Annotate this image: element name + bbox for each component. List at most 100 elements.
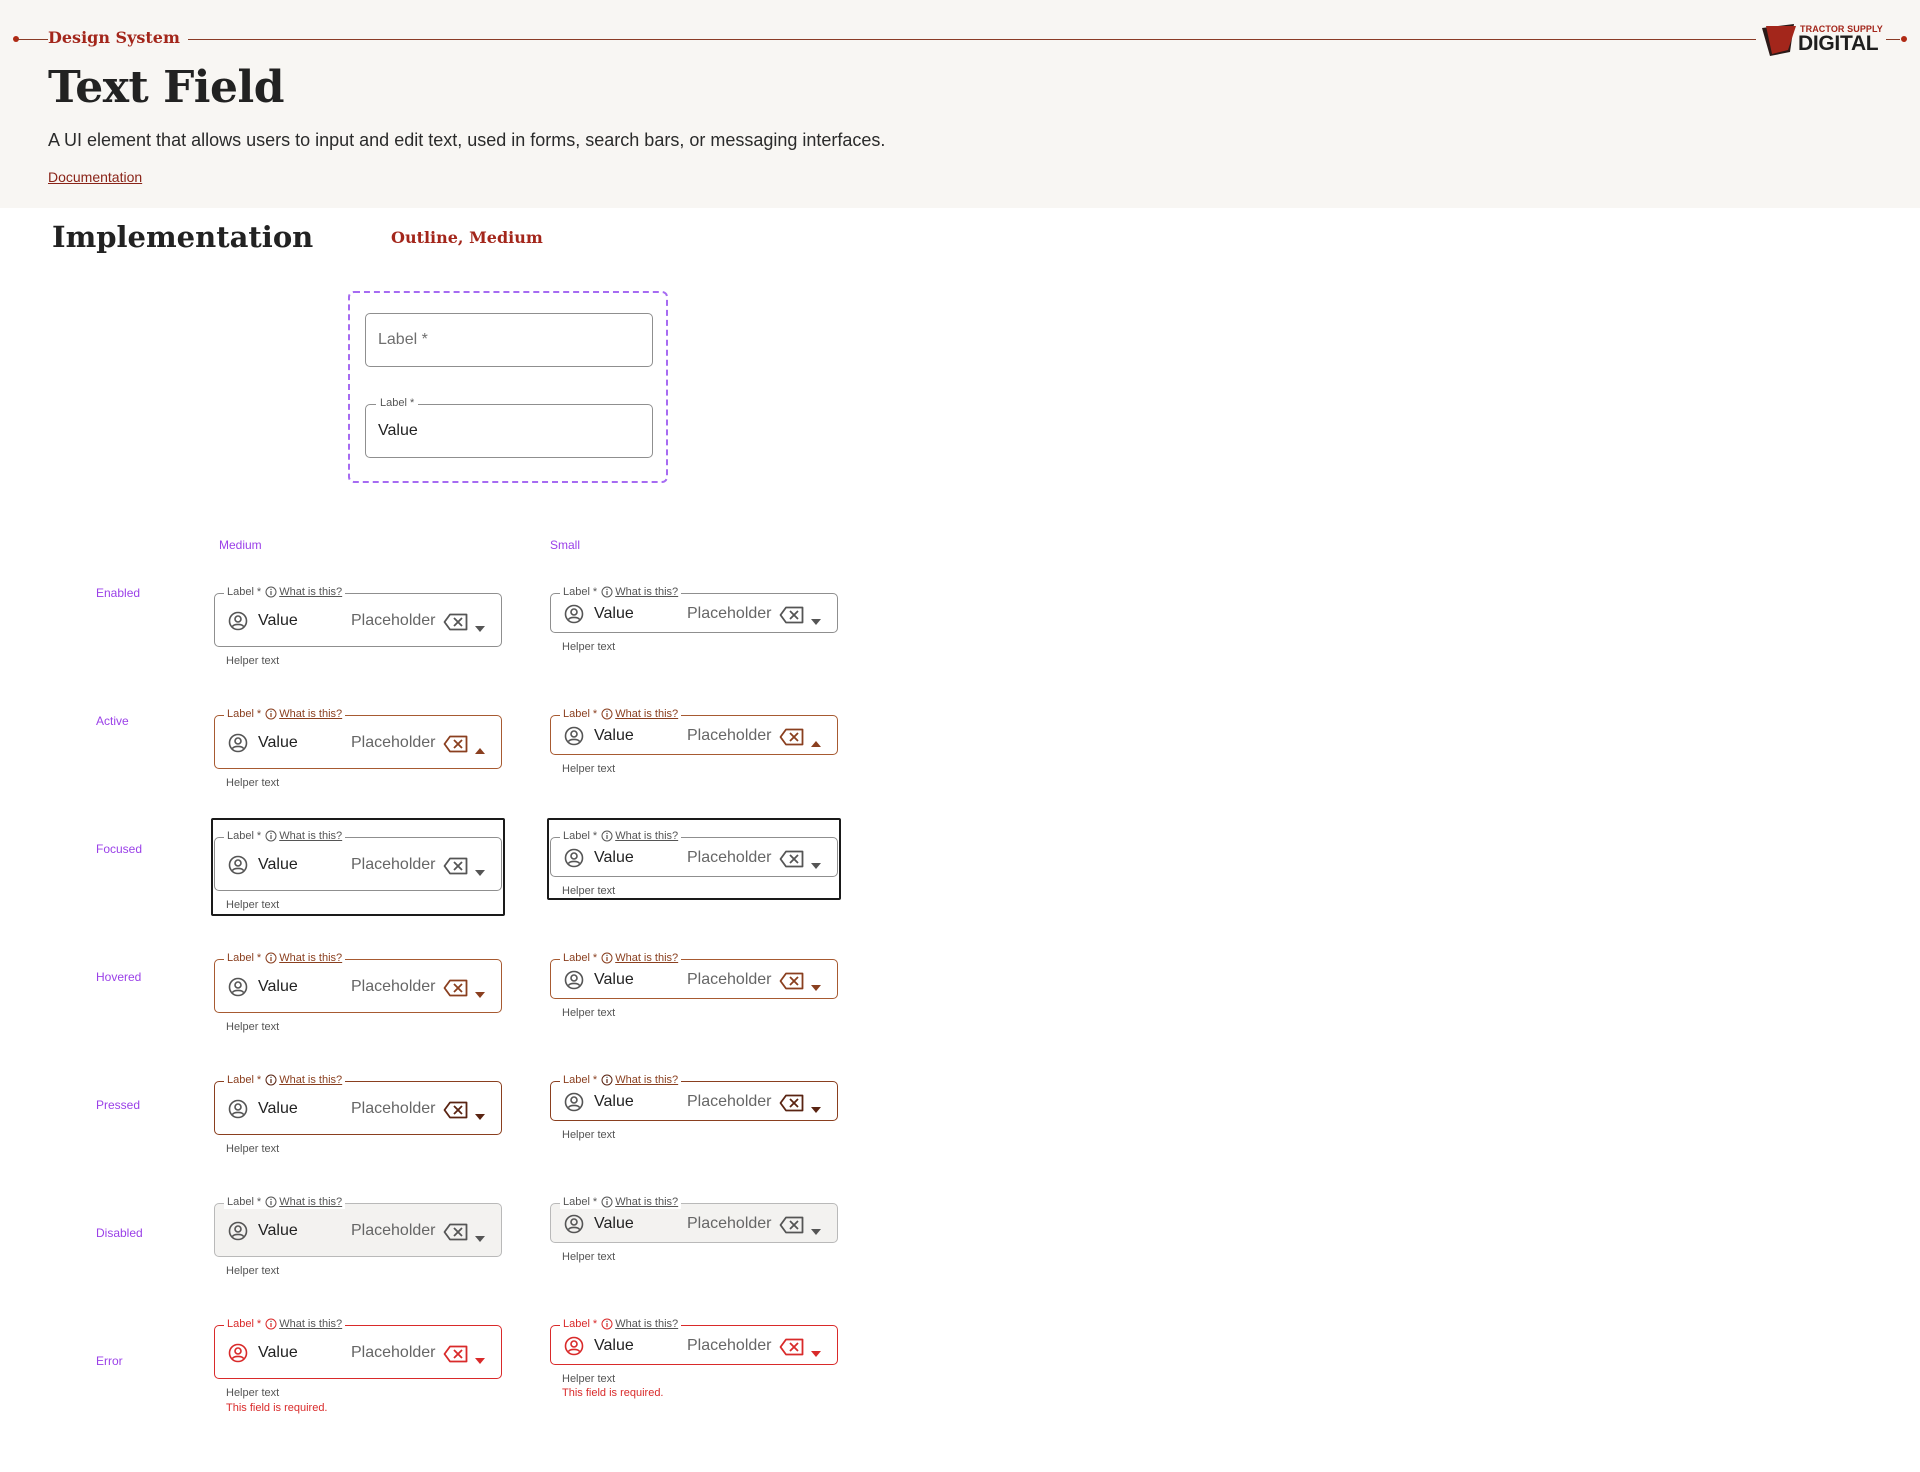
- field-placeholder: Placeholder: [687, 727, 772, 744]
- chevron-down-icon[interactable]: [475, 619, 485, 637]
- user-circle-icon: [564, 604, 584, 629]
- field-value[interactable]: Value: [594, 971, 634, 989]
- demo-field-filled[interactable]: Label * Value: [365, 397, 653, 458]
- clear-icon[interactable]: [443, 979, 469, 1002]
- field-value[interactable]: Value: [594, 1093, 634, 1111]
- clear-icon[interactable]: [779, 1338, 805, 1361]
- page-description: A UI element that allows users to input …: [48, 130, 886, 150]
- helper-text: Helper text: [562, 641, 616, 653]
- clear-icon[interactable]: [779, 972, 805, 995]
- chevron-down-icon: [811, 1222, 821, 1240]
- clear-icon[interactable]: [779, 606, 805, 629]
- info-icon[interactable]: [601, 1318, 613, 1330]
- helper-text: Helper text: [562, 1129, 616, 1141]
- field-outline[interactable]: Value Placeholder: [214, 837, 502, 891]
- chevron-down-icon[interactable]: [811, 856, 821, 874]
- floating-label: Label * What is this?: [560, 1073, 682, 1087]
- info-icon[interactable]: [265, 708, 277, 720]
- clear-icon[interactable]: [443, 613, 469, 636]
- info-icon[interactable]: [601, 952, 613, 964]
- info-icon[interactable]: [601, 708, 613, 720]
- field-label: Label: [563, 1074, 590, 1086]
- field-outline[interactable]: Value Placeholder: [214, 593, 502, 647]
- what-is-this-link[interactable]: What is this?: [615, 707, 678, 721]
- field-value[interactable]: Value: [594, 605, 634, 623]
- field-outline[interactable]: Value Placeholder: [214, 715, 502, 769]
- info-icon[interactable]: [265, 1318, 277, 1330]
- chevron-down-icon[interactable]: [811, 612, 821, 630]
- clear-icon[interactable]: [779, 850, 805, 873]
- what-is-this-link[interactable]: What is this?: [279, 829, 342, 843]
- documentation-link[interactable]: Documentation: [48, 169, 142, 185]
- field-outline[interactable]: Value Placeholder: [214, 1081, 502, 1135]
- floating-label: Label * What is this?: [224, 829, 346, 843]
- page-title: Text Field: [48, 62, 285, 113]
- clear-icon[interactable]: [779, 1094, 805, 1117]
- field-placeholder: Placeholder: [687, 849, 772, 866]
- chevron-down-icon[interactable]: [475, 1351, 485, 1369]
- required-mark: *: [256, 1074, 262, 1086]
- info-icon[interactable]: [601, 586, 613, 598]
- what-is-this-link[interactable]: What is this?: [615, 951, 678, 965]
- clear-icon[interactable]: [779, 728, 805, 751]
- helper-text: Helper text: [226, 1265, 280, 1277]
- field-value[interactable]: Value: [258, 612, 298, 630]
- info-icon[interactable]: [265, 586, 277, 598]
- field-value[interactable]: Value: [258, 1100, 298, 1118]
- demo-field-empty[interactable]: Label *: [365, 313, 653, 367]
- clear-icon[interactable]: [443, 1345, 469, 1368]
- field-outline[interactable]: Value Placeholder: [214, 959, 502, 1013]
- field-outline[interactable]: Value Placeholder: [214, 1325, 502, 1379]
- clear-icon[interactable]: [443, 857, 469, 880]
- clear-icon[interactable]: [443, 1101, 469, 1124]
- field-value[interactable]: Value: [258, 978, 298, 996]
- what-is-this-link[interactable]: What is this?: [615, 585, 678, 599]
- info-icon[interactable]: [601, 830, 613, 842]
- required-mark: *: [256, 830, 262, 842]
- what-is-this-link[interactable]: What is this?: [615, 1317, 678, 1331]
- chevron-down-icon[interactable]: [475, 985, 485, 1003]
- helper-text: Helper text: [226, 1021, 280, 1033]
- what-is-this-link[interactable]: What is this?: [279, 1073, 342, 1087]
- info-icon[interactable]: [265, 830, 277, 842]
- what-is-this-link[interactable]: What is this?: [279, 707, 342, 721]
- what-is-this-link[interactable]: What is this?: [615, 829, 678, 843]
- user-circle-icon: [228, 611, 248, 636]
- implementation-heading: Implementation: [52, 220, 314, 254]
- required-mark: *: [592, 1196, 598, 1208]
- field-value[interactable]: Value: [594, 849, 634, 867]
- chevron-down-icon[interactable]: [475, 863, 485, 881]
- chevron-up-icon[interactable]: [811, 734, 821, 752]
- what-is-this-link[interactable]: What is this?: [279, 585, 342, 599]
- chevron-down-icon[interactable]: [811, 1344, 821, 1362]
- user-circle-icon: [228, 733, 248, 758]
- field-placeholder: Placeholder: [351, 1222, 436, 1239]
- chevron-up-icon[interactable]: [475, 741, 485, 759]
- field-outline[interactable]: Value Placeholder: [550, 593, 838, 633]
- field-outline[interactable]: Value Placeholder: [550, 1325, 838, 1365]
- chevron-down-icon[interactable]: [475, 1107, 485, 1125]
- floating-label: Label * What is this?: [560, 829, 682, 843]
- field-value[interactable]: Value: [258, 734, 298, 752]
- chevron-down-icon[interactable]: [811, 978, 821, 996]
- field-outline[interactable]: Value Placeholder: [550, 715, 838, 755]
- state-label-disabled: Disabled: [96, 1226, 143, 1240]
- field-value[interactable]: Value: [258, 856, 298, 874]
- field-outline[interactable]: Value Placeholder: [550, 959, 838, 999]
- field-outline[interactable]: Value Placeholder: [550, 1081, 838, 1121]
- what-is-this-link: What is this?: [279, 1196, 343, 1208]
- field-value: Value: [258, 1222, 298, 1239]
- chevron-down-icon[interactable]: [811, 1100, 821, 1118]
- info-icon[interactable]: [265, 1074, 277, 1086]
- field-outline[interactable]: Value Placeholder: [550, 837, 838, 877]
- field-value[interactable]: Value: [594, 727, 634, 745]
- what-is-this-link[interactable]: What is this?: [279, 1317, 342, 1331]
- info-icon[interactable]: [265, 952, 277, 964]
- field-value[interactable]: Value: [594, 1337, 634, 1355]
- clear-icon[interactable]: [443, 735, 469, 758]
- helper-text: Helper text: [226, 777, 280, 789]
- what-is-this-link[interactable]: What is this?: [279, 951, 342, 965]
- info-icon[interactable]: [601, 1074, 613, 1086]
- what-is-this-link[interactable]: What is this?: [615, 1073, 678, 1087]
- field-value[interactable]: Value: [258, 1344, 298, 1362]
